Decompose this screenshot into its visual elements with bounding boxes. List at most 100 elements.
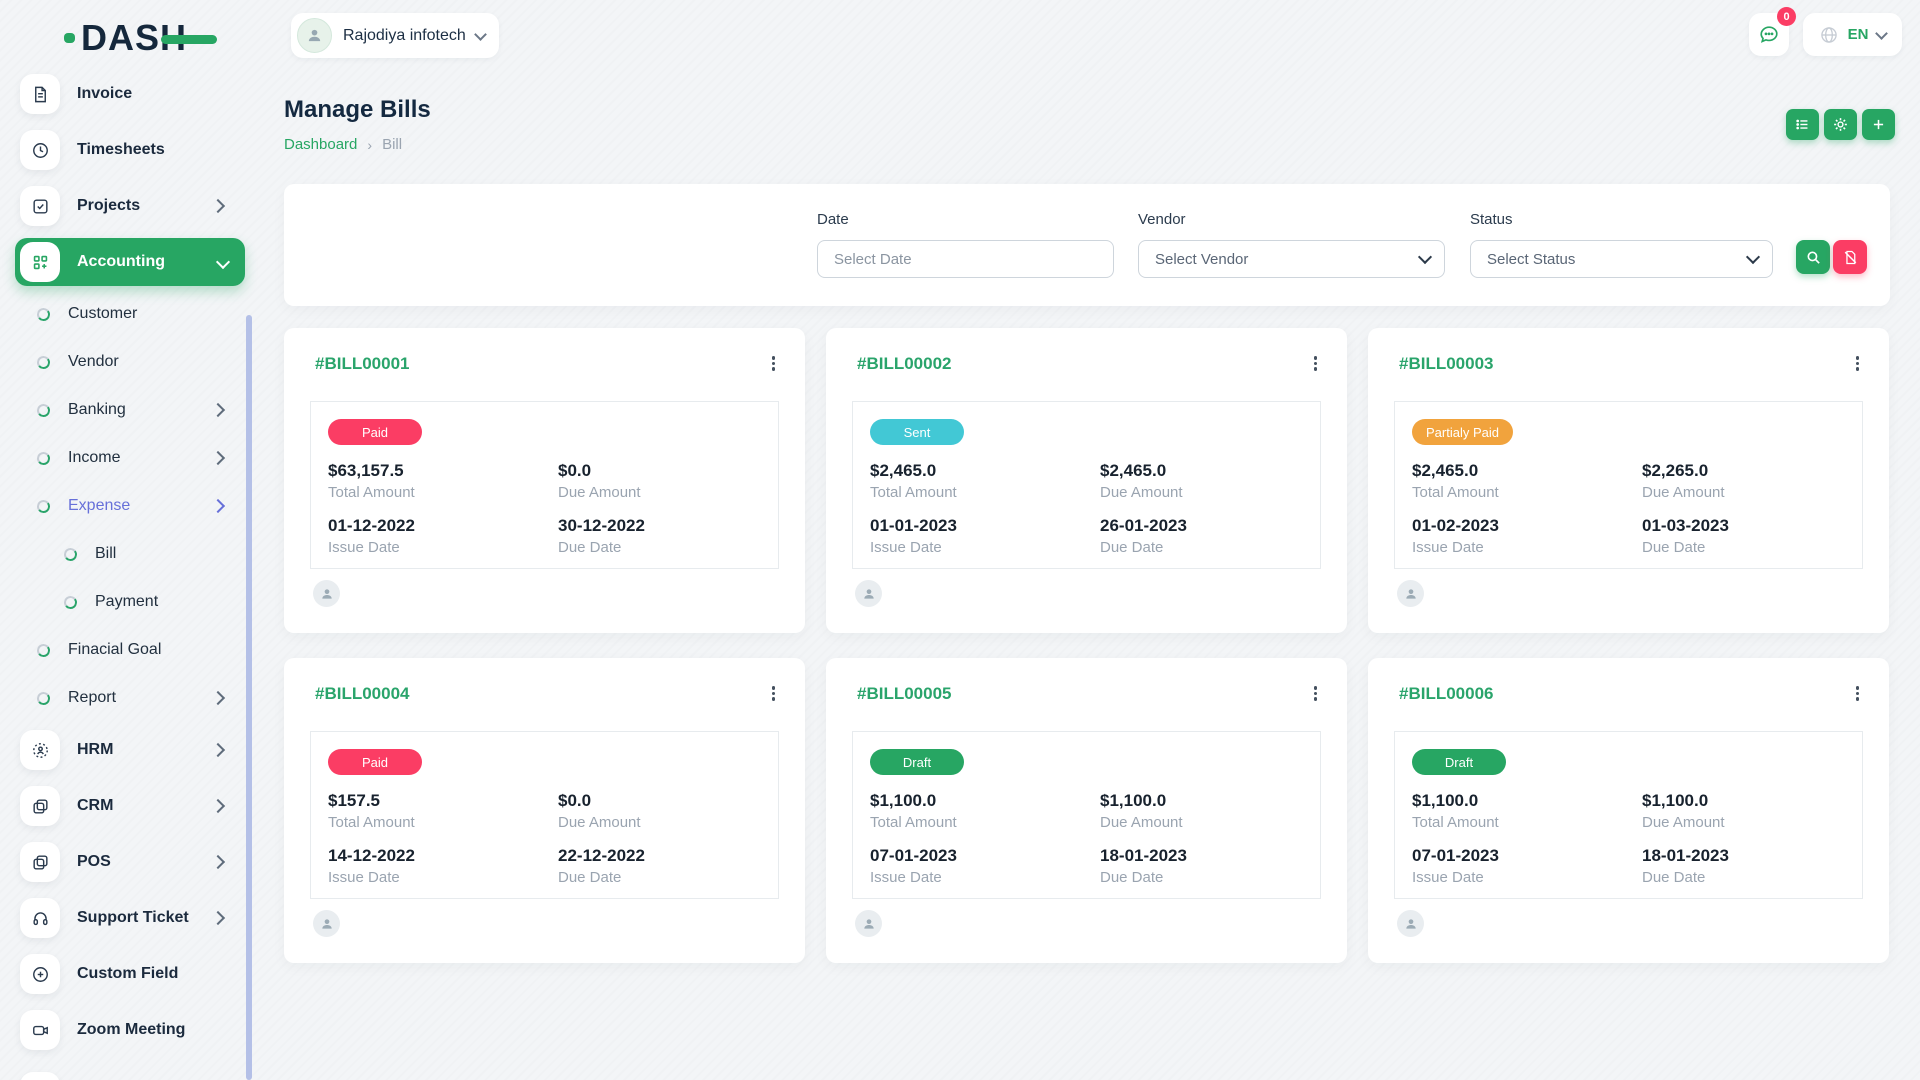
app-root: DASH Rajodiya infotech 0 EN Invoice: [0, 0, 1920, 1080]
sidebar-item-customer[interactable]: Customer: [0, 290, 255, 338]
sidebar-item-hrm[interactable]: HRM: [0, 722, 255, 778]
chevron-right-icon: [211, 799, 225, 813]
issue-date-label: Issue Date: [328, 539, 558, 556]
language-selector[interactable]: EN: [1803, 13, 1902, 56]
bill-details-box: Paid $63,157.5 Total Amount $0.0 Due Amo…: [310, 401, 779, 569]
language-code: EN: [1848, 26, 1869, 43]
due-amount-label: Due Amount: [1100, 814, 1320, 831]
bullet-icon: [63, 547, 78, 562]
issue-date-value: 01-02-2023: [1412, 516, 1642, 536]
sidebar-scrollbar[interactable]: [246, 315, 252, 1080]
status-badge: Paid: [328, 419, 422, 445]
create-bill-button[interactable]: [1862, 109, 1895, 140]
messages-button[interactable]: 0: [1749, 13, 1789, 56]
due-date-value: 18-01-2023: [1100, 846, 1320, 866]
bill-number-link[interactable]: #BILL00004: [315, 684, 410, 704]
due-date-label: Due Date: [1642, 869, 1862, 886]
sidebar-item-projects[interactable]: Projects: [0, 178, 255, 234]
vendor-avatar[interactable]: [313, 580, 340, 607]
total-amount-label: Total Amount: [1412, 814, 1642, 831]
due-date-value: 26-01-2023: [1100, 516, 1320, 536]
date-input[interactable]: [817, 240, 1114, 278]
kebab-menu-icon[interactable]: [1852, 682, 1864, 705]
bill-number-link[interactable]: #BILL00002: [857, 354, 952, 374]
sidebar-item-banking[interactable]: Banking: [0, 386, 255, 434]
sidebar-item-zoom-meeting[interactable]: Zoom Meeting: [0, 1002, 255, 1058]
vendor-avatar[interactable]: [855, 580, 882, 607]
search-icon: [1805, 249, 1822, 266]
sidebar-item-vendor[interactable]: Vendor: [0, 338, 255, 386]
sidebar-item-custom-field[interactable]: Custom Field: [0, 946, 255, 1002]
due-date-label: Due Date: [558, 869, 778, 886]
hrm-icon: [20, 730, 60, 770]
due-date-label: Due Date: [558, 539, 778, 556]
bullet-icon: [36, 307, 51, 322]
chevron-right-icon: [211, 691, 225, 705]
bill-number-link[interactable]: #BILL00001: [315, 354, 410, 374]
sidebar-item-bill[interactable]: Bill: [0, 530, 255, 578]
apply-filter-button[interactable]: [1796, 240, 1830, 274]
issue-date-value: 01-01-2023: [870, 516, 1100, 536]
workspace-switcher[interactable]: Rajodiya infotech: [291, 13, 499, 58]
file-slash-icon: [1842, 249, 1859, 266]
breadcrumb-separator: ›: [367, 137, 372, 153]
settings-button[interactable]: [1824, 109, 1857, 140]
bill-details-box: Sent $2,465.0 Total Amount $2,465.0 Due …: [852, 401, 1321, 569]
globe-icon: [1819, 25, 1839, 45]
issue-date-value: 01-12-2022: [328, 516, 558, 536]
due-date-label: Due Date: [1100, 869, 1320, 886]
sidebar-item-timesheets[interactable]: Timesheets: [0, 122, 255, 178]
bill-card: #BILL00001 Paid $63,157.5 Total Amount $…: [284, 328, 805, 633]
due-date-label: Due Date: [1100, 539, 1320, 556]
bill-card: #BILL00006 Draft $1,100.0 Total Amount $…: [1368, 658, 1889, 963]
total-amount-label: Total Amount: [870, 814, 1100, 831]
chevron-down-icon: [1876, 27, 1889, 40]
due-amount-value: $1,100.0: [1100, 791, 1320, 811]
sidebar-item-support-ticket[interactable]: Support Ticket: [0, 890, 255, 946]
due-amount-label: Due Amount: [1642, 814, 1862, 831]
sidebar-item-income[interactable]: Income: [0, 434, 255, 482]
sidebar-item-partial: [20, 1072, 60, 1080]
chat-icon: [1758, 24, 1780, 46]
sidebar-item-invoice[interactable]: Invoice: [0, 66, 255, 122]
bill-details-box: Draft $1,100.0 Total Amount $1,100.0 Due…: [852, 731, 1321, 899]
vendor-select[interactable]: Select Vendor: [1138, 240, 1445, 278]
bullet-icon: [36, 691, 51, 706]
sidebar-item-expense[interactable]: Expense: [0, 482, 255, 530]
video-camera-icon: [20, 1010, 60, 1050]
sidebar-item-crm[interactable]: CRM: [0, 778, 255, 834]
due-amount-value: $1,100.0: [1642, 791, 1862, 811]
bill-number-link[interactable]: #BILL00005: [857, 684, 952, 704]
reset-filter-button[interactable]: [1833, 240, 1867, 274]
sidebar-item-report[interactable]: Report: [0, 674, 255, 722]
due-amount-label: Due Amount: [558, 814, 778, 831]
vendor-avatar[interactable]: [855, 910, 882, 937]
vendor-avatar[interactable]: [313, 910, 340, 937]
status-select[interactable]: Select Status: [1470, 240, 1773, 278]
sidebar-item-finacial-goal[interactable]: Finacial Goal: [0, 626, 255, 674]
breadcrumb-dashboard[interactable]: Dashboard: [284, 136, 357, 153]
status-badge: Draft: [1412, 749, 1506, 775]
vendor-avatar[interactable]: [1397, 910, 1424, 937]
kebab-menu-icon[interactable]: [1852, 352, 1864, 375]
bill-number-link[interactable]: #BILL00006: [1399, 684, 1494, 704]
headset-icon: [20, 898, 60, 938]
brand-logo[interactable]: DASH: [64, 16, 217, 60]
total-amount-value: $63,157.5: [328, 461, 558, 481]
bill-number-link[interactable]: #BILL00003: [1399, 354, 1494, 374]
kebab-menu-icon[interactable]: [1310, 682, 1322, 705]
sidebar-item-accounting[interactable]: Accounting: [15, 238, 245, 286]
kebab-menu-icon[interactable]: [1310, 352, 1322, 375]
sidebar-item-payment[interactable]: Payment: [0, 578, 255, 626]
sidebar-item-pos[interactable]: POS: [0, 834, 255, 890]
issue-date-value: 07-01-2023: [870, 846, 1100, 866]
vendor-select-value: Select Vendor: [1155, 251, 1248, 268]
chevron-right-icon: [211, 855, 225, 869]
kebab-menu-icon[interactable]: [768, 682, 780, 705]
list-view-button[interactable]: [1786, 109, 1819, 140]
bill-card: #BILL00002 Sent $2,465.0 Total Amount $2…: [826, 328, 1347, 633]
kebab-menu-icon[interactable]: [768, 352, 780, 375]
sidebar: Invoice Timesheets Projects Accounting C…: [0, 66, 255, 1080]
vendor-avatar[interactable]: [1397, 580, 1424, 607]
clock-icon: [20, 130, 60, 170]
